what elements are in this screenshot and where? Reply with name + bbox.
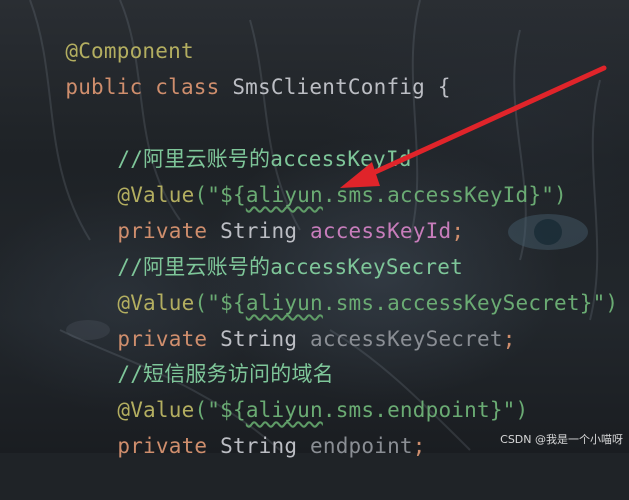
watermark: CSDN @我是一个小喵呀 — [500, 433, 623, 446]
red-arrow-icon — [340, 65, 607, 188]
